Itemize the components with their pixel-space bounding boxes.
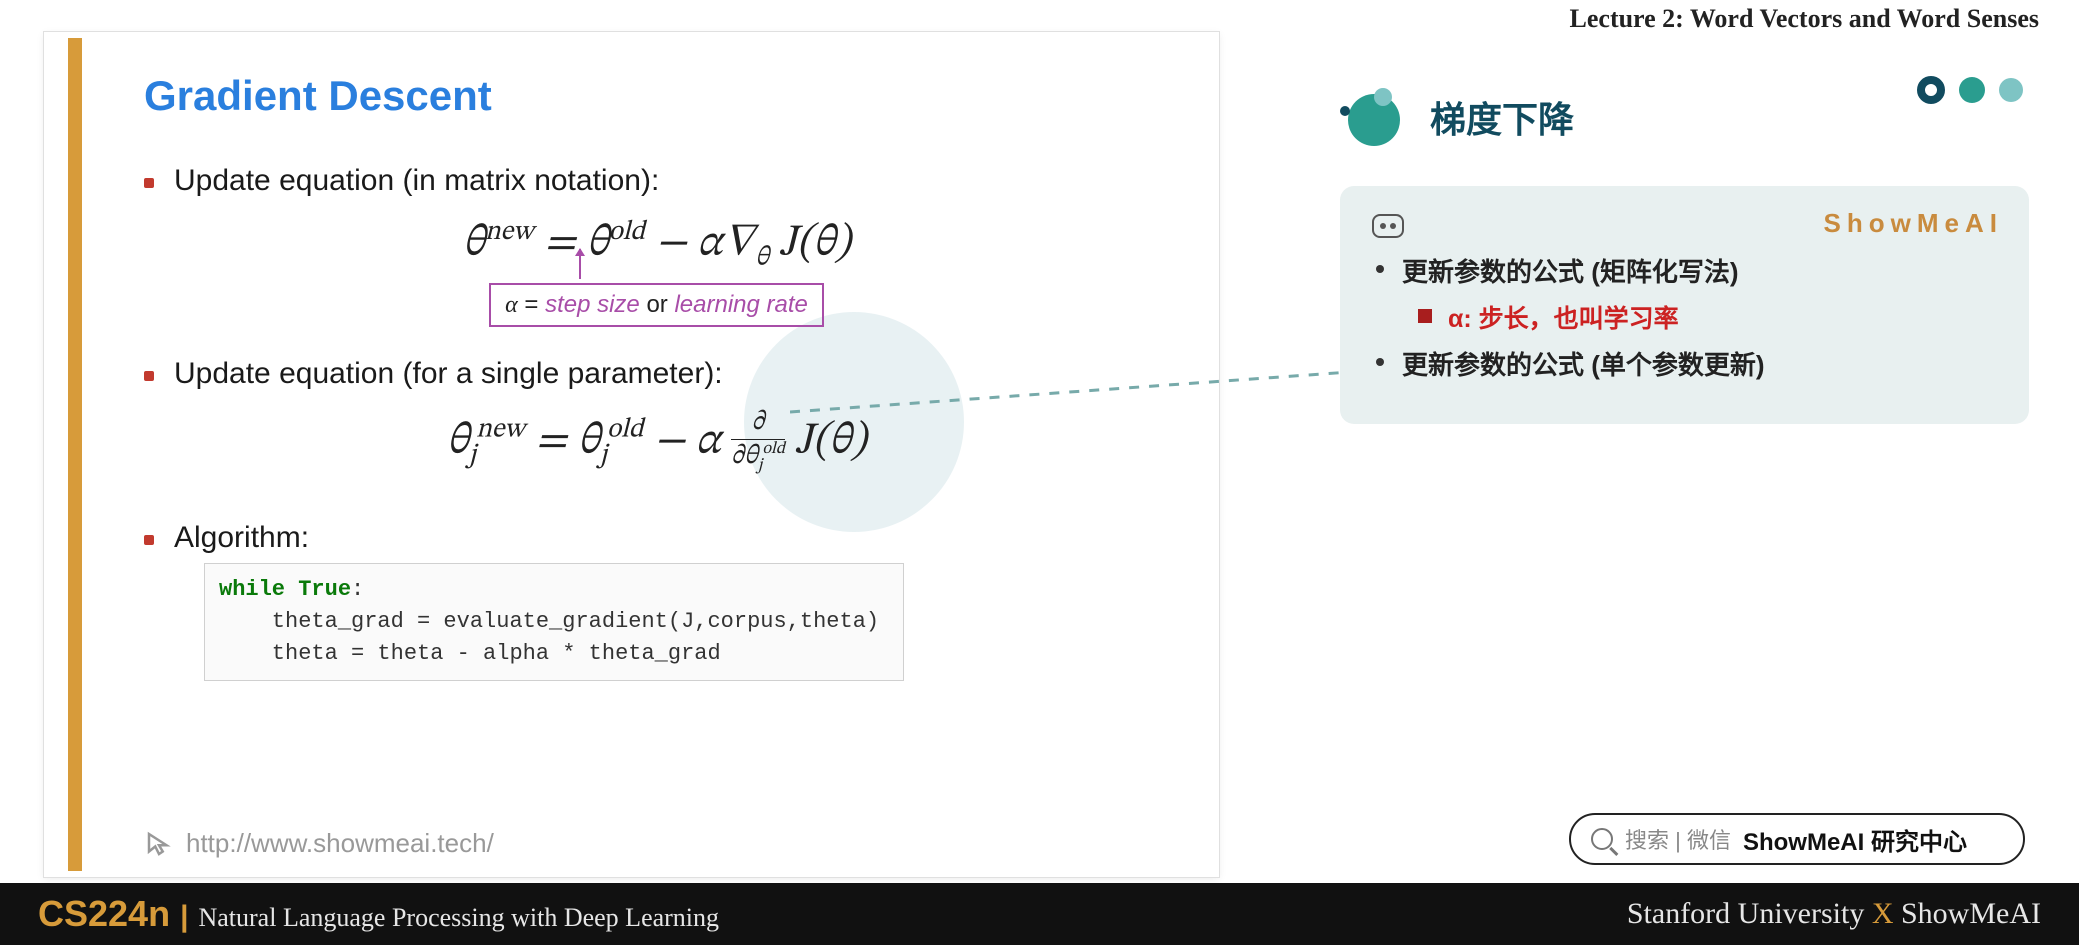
- url-text[interactable]: http://www.showmeai.tech/: [186, 828, 494, 859]
- slide-title: Gradient Descent: [144, 72, 1169, 120]
- note-or: or: [640, 291, 675, 318]
- decorative-dots: [1917, 76, 2023, 104]
- bullet-dot-icon: [144, 371, 154, 381]
- dot-medium-icon: [1959, 77, 1985, 103]
- dot-ring-icon: [1917, 76, 1945, 104]
- code-line-2: theta_grad = evaluate_gradient(J,corpus,…: [219, 606, 889, 638]
- note-box-wrap: α = step size or learning rate: [144, 283, 1169, 327]
- code-line-3: theta = theta - alpha * theta_grad: [219, 638, 889, 670]
- code-block: while True: theta_grad = evaluate_gradie…: [204, 563, 904, 681]
- slide-accent-bar: [68, 38, 82, 871]
- bullet-1-text: Update equation (in matrix notation):: [174, 164, 659, 198]
- cn-bullet-2-text: 更新参数的公式 (单个参数更新): [1402, 345, 1765, 382]
- lecture-label: Lecture 2: Word Vectors and Word Senses: [1570, 4, 2039, 34]
- cn-title: 梯度下降: [1430, 91, 1574, 143]
- bullet-3-text: Algorithm:: [174, 521, 309, 555]
- search-strong: ShowMeAI 研究中心: [1743, 822, 1967, 857]
- slide-body: Gradient Descent Update equation (in mat…: [104, 32, 1199, 877]
- footer-left: CS224n | Natural Language Processing wit…: [38, 893, 719, 935]
- bullet-1: Update equation (in matrix notation):: [144, 164, 1169, 198]
- cn-bullet-1: 更新参数的公式 (矩阵化写法): [1372, 252, 1997, 289]
- page: Lecture 2: Word Vectors and Word Senses …: [0, 0, 2079, 945]
- bullet-2: Update equation (for a single parameter)…: [144, 357, 1169, 391]
- note-step-size: step size: [545, 291, 640, 318]
- code-line-1: while True:: [219, 574, 889, 606]
- code-colon: :: [351, 577, 364, 602]
- course-code: CS224n: [38, 893, 170, 935]
- footer-bar: CS224n | Natural Language Processing wit…: [0, 883, 2079, 945]
- footer-right: Stanford University X ShowMeAI: [1627, 897, 2041, 931]
- search-icon: [1591, 828, 1613, 850]
- right-column: 梯度下降 ShowMeAI 更新参数的公式 (矩阵化写法) α: 步长，也叫学习…: [1340, 88, 2029, 424]
- footer-pipe: |: [180, 900, 188, 934]
- cursor-icon: [144, 829, 174, 859]
- bullet-dot-icon: [1376, 265, 1384, 273]
- note-eq: =: [518, 291, 545, 318]
- course-subtitle: Natural Language Processing with Deep Le…: [198, 903, 719, 933]
- cn-bullet-1-text: 更新参数的公式 (矩阵化写法): [1402, 252, 1739, 289]
- bullet-dot-icon: [1376, 358, 1384, 366]
- search-pill[interactable]: 搜索 | 微信 ShowMeAI 研究中心: [1569, 813, 2025, 865]
- title-bubble-icon: [1340, 88, 1410, 146]
- slide-card: Gradient Descent Update equation (in mat…: [44, 32, 1219, 877]
- brand-label: ShowMeAI: [1824, 208, 2003, 239]
- keyword-while: while: [219, 577, 285, 602]
- cn-sub-1: α: 步长，也叫学习率: [1418, 299, 1997, 335]
- bullet-dot-icon: [144, 535, 154, 545]
- cn-bullet-2: 更新参数的公式 (单个参数更新): [1372, 345, 1997, 382]
- square-bullet-icon: [1418, 309, 1432, 323]
- bullet-dot-icon: [144, 178, 154, 188]
- dot-small-icon: [1999, 78, 2023, 102]
- note-alpha: α: [505, 292, 518, 318]
- equation-1: θnew = θold − α∇θ J(θ): [144, 216, 1169, 275]
- equation-2: θjnew = θjold − α ∂∂θjold J(θ): [144, 409, 1169, 475]
- url-row: http://www.showmeai.tech/: [144, 828, 494, 859]
- bullet-2-text: Update equation (for a single parameter)…: [174, 357, 723, 391]
- keyword-true: True: [298, 577, 351, 602]
- arrow-up-icon: [579, 249, 581, 279]
- note-learning-rate: learning rate: [674, 291, 807, 318]
- footer-showmeai: ShowMeAI: [1894, 897, 2042, 930]
- footer-x: X: [1872, 897, 1894, 930]
- footer-stanford: Stanford University: [1627, 897, 1872, 930]
- alpha-note-box: α = step size or learning rate: [489, 283, 824, 327]
- content-area: Gradient Descent Update equation (in mat…: [20, 32, 2059, 883]
- bullet-3: Algorithm:: [144, 521, 1169, 555]
- bot-icon: [1372, 214, 1404, 238]
- cn-sub-1-text: α: 步长，也叫学习率: [1448, 299, 1679, 335]
- search-hint: 搜索 | 微信: [1625, 823, 1731, 855]
- translation-box: ShowMeAI 更新参数的公式 (矩阵化写法) α: 步长，也叫学习率 更新参…: [1340, 186, 2029, 424]
